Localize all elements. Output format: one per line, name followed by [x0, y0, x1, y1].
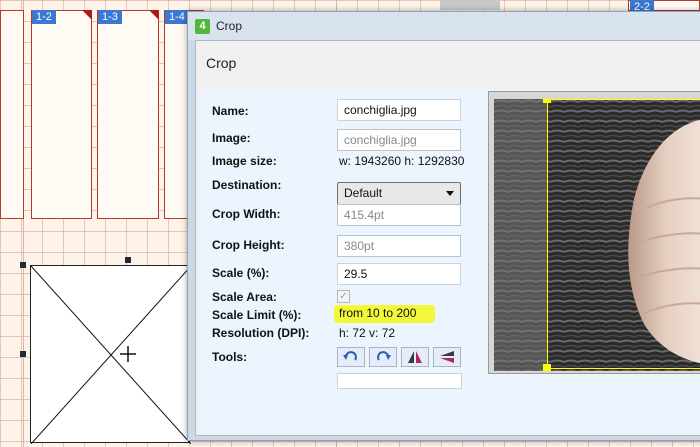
flip-horizontal-button[interactable] — [401, 347, 429, 367]
page-thumbnail-1-3[interactable] — [97, 10, 159, 219]
page-label: 1-3 — [98, 10, 122, 24]
crop-width-input: 415.4pt — [337, 204, 461, 226]
crop-outside-shade — [494, 99, 547, 371]
destination-select[interactable]: Default — [337, 182, 461, 205]
crop-handle-bottom-left[interactable] — [543, 364, 551, 371]
rotate-right-button[interactable] — [369, 347, 397, 367]
rotate-left-button[interactable] — [337, 347, 365, 367]
app-logo-icon: 4 — [195, 19, 210, 34]
chevron-down-icon — [446, 191, 454, 196]
resolution-value: h: 72 v: 72 — [339, 326, 396, 340]
flip-horizontal-icon — [408, 351, 422, 363]
crop-width-label: Crop Width: — [212, 207, 281, 221]
rotate-left-icon — [343, 351, 357, 361]
image-label: Image: — [212, 131, 251, 145]
dialog-title: Crop — [216, 19, 243, 33]
page-thumbnail[interactable] — [0, 10, 24, 219]
destination-value: Default — [344, 186, 383, 200]
crop-height-label: Crop Height: — [212, 238, 285, 252]
crop-handle-top-left[interactable] — [543, 99, 551, 103]
scale-input[interactable]: 29.5 — [337, 263, 461, 285]
dialog-heading: Crop — [206, 55, 237, 71]
scale-label: Scale (%): — [212, 266, 270, 280]
resize-handle[interactable] — [20, 262, 26, 268]
page-corner-marker — [149, 10, 159, 20]
name-input[interactable]: conchiglia.jpg — [337, 99, 461, 121]
destination-label: Destination: — [212, 178, 282, 192]
crop-height-input: 380pt — [337, 235, 461, 257]
scale-area-checkbox[interactable]: ✓ — [337, 290, 350, 303]
preview-image[interactable] — [494, 99, 700, 371]
move-crosshair-icon[interactable] — [120, 346, 136, 362]
scale-limit-value: from 10 to 200 — [334, 305, 435, 323]
image-placeholder-frame[interactable] — [30, 265, 191, 444]
status-field — [337, 373, 462, 389]
rotate-right-icon — [377, 351, 391, 361]
scale-limit-label: Scale Limit (%): — [212, 308, 302, 322]
tools-label: Tools: — [212, 350, 248, 364]
image-input: conchiglia.jpg — [337, 129, 461, 151]
image-size-value: w: 1943260 h: 1292830 — [339, 154, 465, 168]
scale-area-label: Scale Area: — [212, 290, 277, 304]
page-label: 1-2 — [32, 10, 56, 24]
canvas-top-bar — [440, 0, 500, 10]
crop-rectangle[interactable] — [547, 99, 700, 369]
flip-vertical-icon — [440, 351, 454, 363]
page-thumbnail-1-2[interactable] — [31, 10, 92, 219]
flip-vertical-button[interactable] — [433, 347, 461, 367]
crop-dialog: 4 Crop Crop Name: conchiglia.jpg Image: … — [187, 11, 700, 441]
dialog-titlebar[interactable]: 4 Crop — [188, 12, 700, 40]
resolution-label: Resolution (DPI): — [212, 326, 310, 340]
page-corner-marker — [82, 10, 92, 20]
name-label: Name: — [212, 104, 249, 118]
resize-handle[interactable] — [20, 351, 26, 357]
crop-settings-panel: Name: conchiglia.jpg Image: conchiglia.j… — [199, 89, 700, 434]
page-label: 1-4 — [165, 10, 189, 24]
crop-preview[interactable] — [488, 91, 700, 374]
resize-handle[interactable] — [125, 257, 131, 263]
image-size-label: Image size: — [212, 154, 277, 168]
placeholder-cross-icon — [31, 266, 191, 444]
dialog-body: Crop Name: conchiglia.jpg Image: conchig… — [195, 40, 700, 436]
